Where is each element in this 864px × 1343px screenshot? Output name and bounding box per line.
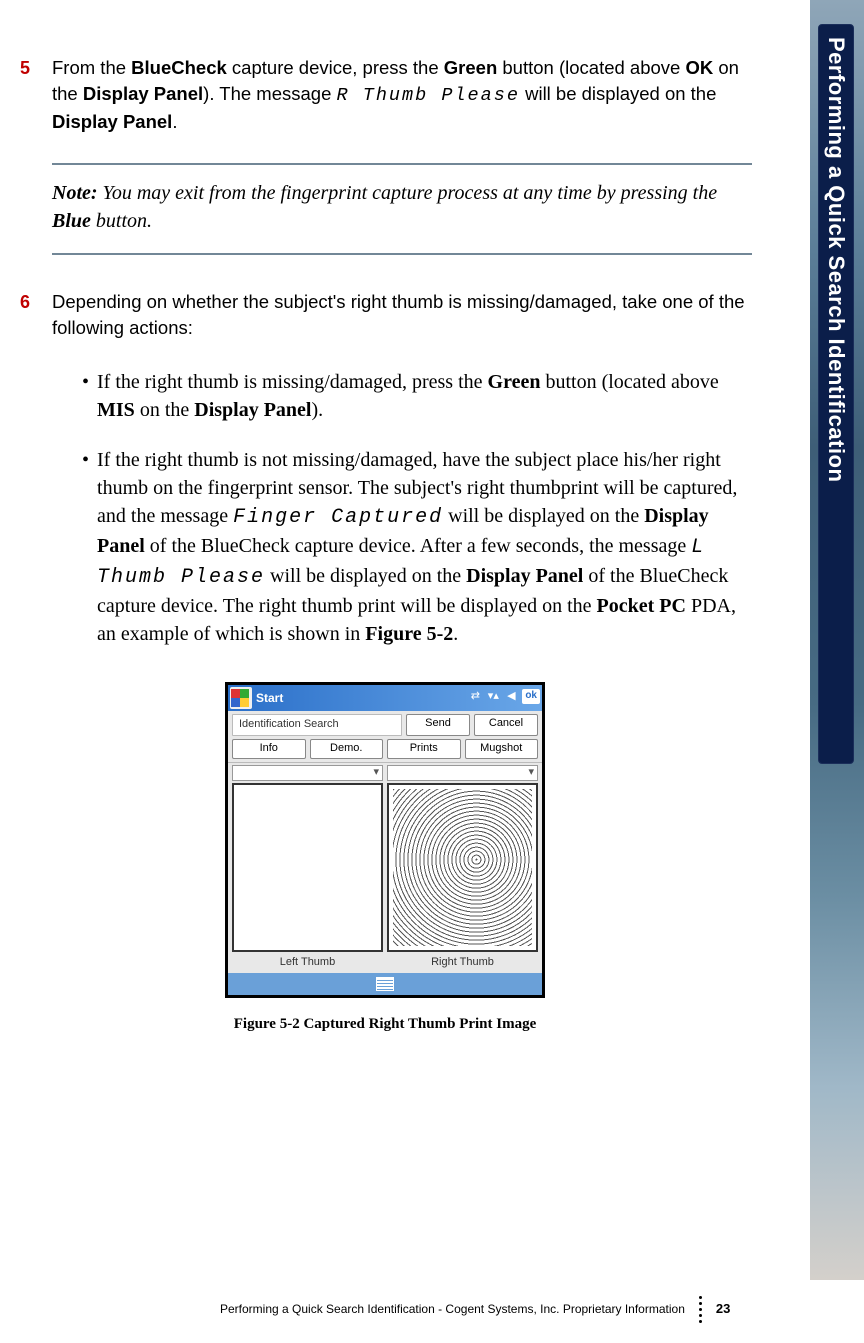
bullet-2: • If the right thumb is not missing/dama…	[82, 446, 750, 648]
figure-5-2: Start ⇄ ▾▴ ◀ ok Identification Search Se…	[20, 682, 750, 1036]
divider	[52, 253, 752, 255]
fingerprint-image	[393, 789, 532, 946]
left-thumb-column: Left Thumb	[230, 763, 385, 973]
step-5-body: From the BlueCheck capture device, press…	[52, 55, 750, 135]
right-dropdown[interactable]	[387, 765, 538, 781]
bullet-dot: •	[82, 368, 89, 424]
divider	[52, 163, 752, 165]
bullet-1-text: If the right thumb is missing/damaged, p…	[97, 368, 750, 424]
signal-icon: ▾▴	[486, 690, 500, 704]
send-button[interactable]: Send	[406, 714, 470, 736]
cancel-button[interactable]: Cancel	[474, 714, 538, 736]
pocketpc-screen: Start ⇄ ▾▴ ◀ ok Identification Search Se…	[225, 682, 545, 998]
note-prefix: Note:	[52, 182, 98, 204]
page-footer: Performing a Quick Search Identification…	[220, 1296, 854, 1323]
windows-flag-icon	[230, 687, 252, 709]
demo-button[interactable]: Demo.	[310, 739, 384, 759]
right-thumb-pane	[387, 783, 538, 952]
bullet-2-text: If the right thumb is not missing/damage…	[97, 446, 750, 648]
section-tab: Performing a Quick Search Identification	[818, 24, 854, 764]
page-content: 5 From the BlueCheck capture device, pre…	[0, 0, 770, 1036]
note-block: Note: You may exit from the fingerprint …	[52, 163, 752, 255]
step-number: 6	[20, 289, 34, 341]
note-text: Note: You may exit from the fingerprint …	[52, 179, 752, 235]
right-thumb-column: Right Thumb	[385, 763, 540, 973]
step-5: 5 From the BlueCheck capture device, pre…	[20, 55, 750, 135]
bullet-1: • If the right thumb is missing/damaged,…	[82, 368, 750, 424]
figure-caption: Figure 5-2 Captured Right Thumb Print Im…	[20, 1014, 750, 1036]
page-number: 23	[716, 1300, 730, 1319]
footer-text: Performing a Quick Search Identification…	[220, 1301, 685, 1318]
ppc-toolbar: Identification Search Send Cancel Info D…	[228, 711, 542, 763]
step-number: 5	[20, 55, 34, 135]
start-label: Start	[256, 690, 283, 707]
step-6: 6 Depending on whether the subject's rig…	[20, 289, 750, 341]
info-button[interactable]: Info	[232, 739, 306, 759]
ppc-title-bar: Start ⇄ ▾▴ ◀ ok	[228, 685, 542, 711]
ppc-body: Left Thumb Right Thumb	[228, 763, 542, 973]
connectivity-icon: ⇄	[468, 690, 482, 704]
ppc-footer-bar	[228, 973, 542, 995]
ok-button[interactable]: ok	[522, 689, 540, 704]
bullet-dot: •	[82, 446, 89, 648]
note-body: You may exit from the fingerprint captur…	[52, 182, 717, 232]
prints-button[interactable]: Prints	[387, 739, 461, 759]
left-thumb-pane	[232, 783, 383, 952]
speaker-icon: ◀	[504, 690, 518, 704]
title-field: Identification Search	[232, 714, 402, 736]
status-icons: ⇄ ▾▴ ◀ ok	[468, 689, 540, 704]
sub-bullets: • If the right thumb is missing/damaged,…	[82, 368, 750, 648]
section-tab-title: Performing a Quick Search Identification	[820, 37, 852, 482]
mugshot-button[interactable]: Mugshot	[465, 739, 539, 759]
keyboard-icon[interactable]	[376, 977, 394, 991]
left-dropdown[interactable]	[232, 765, 383, 781]
step-6-body: Depending on whether the subject's right…	[52, 289, 750, 341]
right-thumb-caption: Right Thumb	[387, 955, 538, 971]
left-thumb-caption: Left Thumb	[232, 955, 383, 971]
footer-dots	[699, 1296, 702, 1323]
